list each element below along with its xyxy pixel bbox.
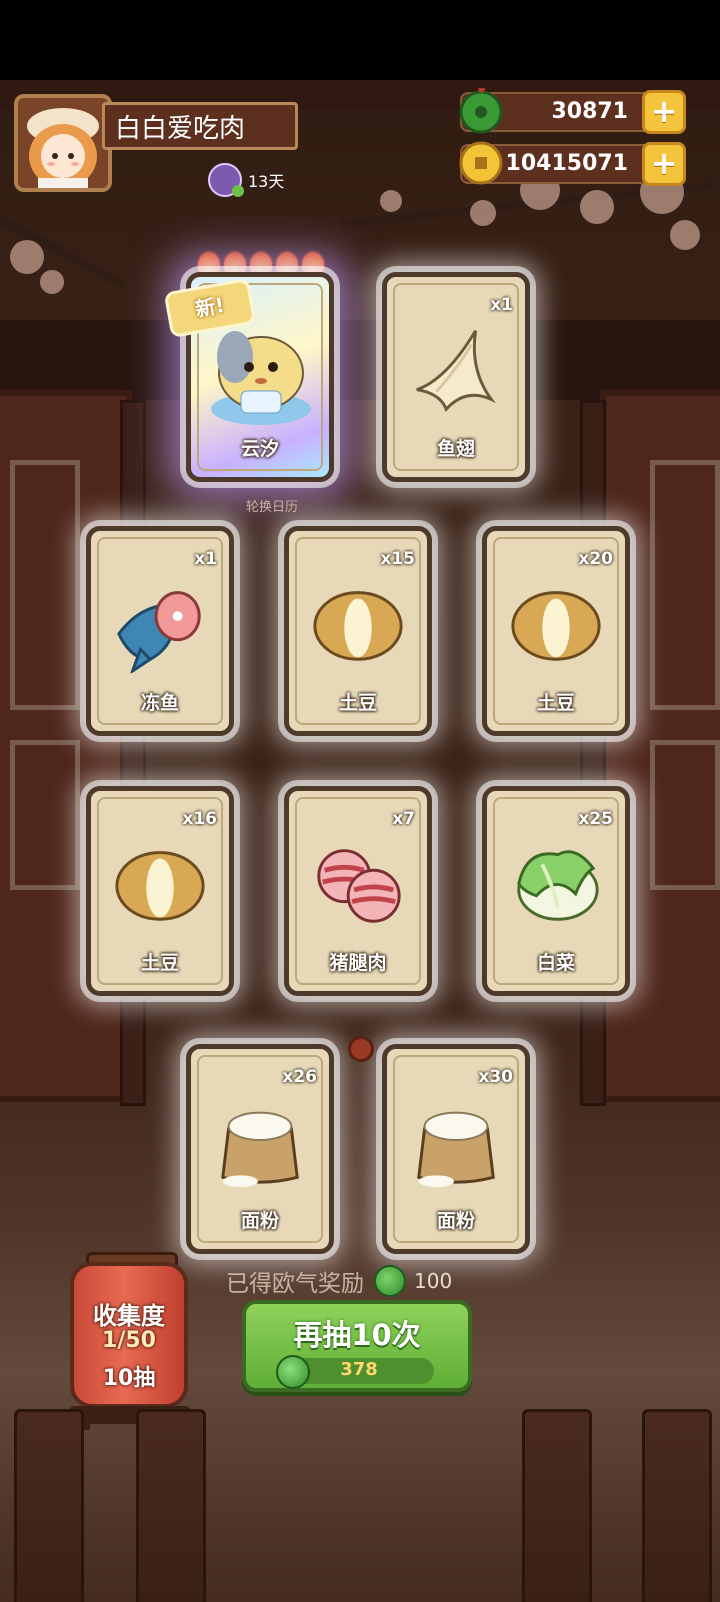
card-quantity: x20 [578,549,613,569]
collection-progress: 1/50 [102,1328,156,1353]
flour-sack-icon [417,1111,495,1188]
card-quantity: x16 [182,809,217,829]
days-value: 13天 [248,172,285,191]
coin-currency: 10415071 + [459,141,686,186]
draw-cost-value: 378 [340,1359,378,1380]
card-quantity: x30 [478,1067,513,1087]
card-quantity: x25 [578,809,613,829]
player-avatar[interactable] [14,94,112,192]
railing-post [642,1409,712,1602]
railing-post [136,1409,206,1602]
card-quantity: x15 [380,549,415,569]
draw-card[interactable]: x20 土豆 [482,526,630,736]
shark-fin-icon [416,330,496,412]
railing-post [522,1409,592,1602]
status-bar [0,0,720,80]
draw-again-button[interactable]: 再抽10次 378 [242,1300,472,1392]
card-name: 云汐 [240,438,279,460]
card-quantity: x1 [490,295,513,315]
draw-card[interactable]: x26 面粉 [186,1044,334,1254]
potato-icon [511,591,601,661]
card-name: 面粉 [240,1210,279,1232]
pork-leg-icon [317,849,401,923]
collection-lantern[interactable]: 收集度 1/50 10抽 [70,1262,188,1408]
card-name: 冻鱼 [140,692,179,714]
potato-icon [115,851,205,921]
add-jade-button[interactable]: + [642,90,686,134]
coin-icon [459,141,503,185]
collection-draws: 10抽 [102,1366,156,1391]
draw-card[interactable]: x1 鱼翅 [382,272,530,482]
flour-sack-icon [221,1111,299,1188]
draw-card[interactable]: x25 白菜 [482,786,630,996]
jade-icon [459,88,503,134]
card-quantity: x7 [392,809,415,829]
potato-icon [313,591,403,661]
add-coin-button[interactable]: + [642,142,686,186]
luck-reward: 已得欧气奖励 100 [226,1264,452,1298]
draw-cost: 378 [276,1355,434,1389]
railing-post [14,1409,84,1602]
card-name: 鱼翅 [436,438,475,460]
reward-label: 已得欧气奖励 [226,1271,364,1297]
yunxi-character-icon [211,331,311,425]
card-name: 面粉 [436,1210,475,1232]
draw-card[interactable]: x30 面粉 [382,1044,530,1254]
card-name: 猪腿肉 [329,952,387,974]
character-badge-icon [208,163,244,197]
collection-title: 收集度 [93,1302,165,1330]
draw-card[interactable]: x1 冻鱼 [86,526,234,736]
days-counter: 13天 [208,163,285,197]
jade-currency: 30871 + [459,88,686,134]
rotation-calendar-label: 轮换日历 [246,500,299,515]
coin-value: 10415071 [505,151,628,176]
card-name: 土豆 [338,692,377,714]
girl-avatar-icon [18,98,108,188]
card-quantity: x1 [194,549,217,569]
card-quantity: x26 [282,1067,317,1087]
draw-card[interactable]: x16 土豆 [86,786,234,996]
target-icon [348,1036,374,1062]
draw-card[interactable]: x15 土豆 [284,526,432,736]
draw-card-character[interactable]: 新! 云汐 [163,272,334,482]
draw-again-label: 再抽10次 [293,1318,421,1352]
reward-amount: 100 [414,1269,453,1293]
jade-value: 30871 [551,99,628,124]
frozen-fish-icon [117,591,201,673]
cabbage-icon [517,850,599,921]
draw-card[interactable]: x7 猪腿肉 [284,786,432,996]
player-name: 白白爱吃肉 [102,102,298,150]
card-name: 土豆 [140,952,179,974]
card-name: 白菜 [536,952,575,974]
card-name: 土豆 [536,692,575,714]
jade-icon [374,1265,406,1297]
